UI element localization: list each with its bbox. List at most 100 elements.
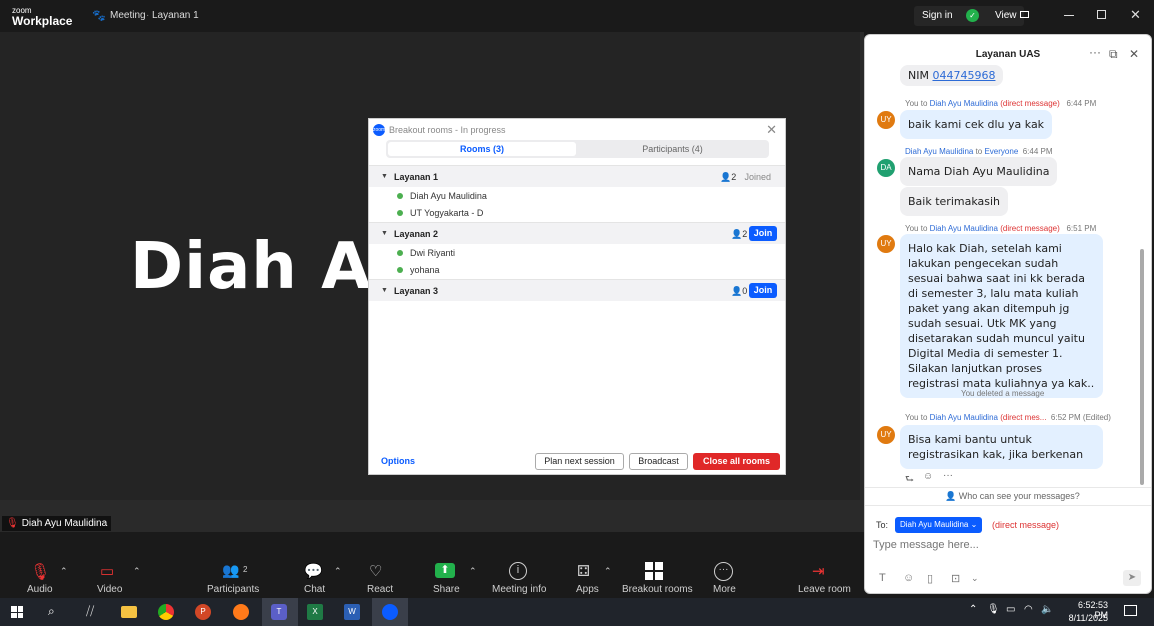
video-off-icon[interactable]: ▭ [100,562,114,580]
volume-icon[interactable]: 🔈 [1041,604,1053,615]
online-dot-icon [397,210,403,216]
excel-icon[interactable]: X [307,604,323,620]
collapse-triangle-icon[interactable]: ▼ [381,173,388,180]
chevron-up-icon[interactable]: ⌃ [60,566,68,577]
chat-bubble-icon[interactable]: 💬 [304,562,323,580]
meeting-info-label[interactable]: Meeting info [492,584,546,595]
zoom-taskbar-icon[interactable] [382,604,398,620]
breakout-rooms-icon[interactable] [645,562,663,580]
shield-check-icon[interactable]: ✓ [966,9,979,22]
format-text-icon[interactable]: T [879,572,886,584]
leave-room-icon[interactable]: ⇥ [812,562,825,580]
clock-date[interactable]: 8/11/2025 [1062,613,1108,623]
close-all-rooms-button[interactable]: Close all rooms [693,453,780,470]
breakout-rooms-dialog: zoom Breakout rooms - In progress ✕ Room… [368,118,786,475]
emoji-react-icon[interactable]: ☺ [923,471,933,482]
view-button[interactable]: View [995,10,1017,21]
share-screen-icon[interactable]: ⬆ [435,563,455,578]
recipient-select[interactable]: Diah Ayu Maulidina ⌄ [895,517,983,533]
tab-participants[interactable]: Participants (4) [578,142,767,156]
chat-scrollbar[interactable] [1140,249,1144,485]
more-actions-icon[interactable]: ··· [943,470,953,481]
chevron-up-icon[interactable]: ⌃ [604,566,612,577]
broadcast-button[interactable]: Broadcast [629,453,688,470]
battery-icon[interactable]: ▭ [1006,604,1015,615]
person-icon: 👤 [720,172,732,182]
tabs: Rooms (3) Participants (4) [386,140,769,158]
list-item: yohana [397,265,440,275]
chevron-up-icon[interactable]: ⌃ [469,566,477,577]
room-participant-count: 👤2 [731,229,747,240]
pop-out-icon[interactable]: ⧉ [1109,47,1118,62]
view-grid-icon[interactable] [1020,11,1029,18]
search-icon[interactable]: ⌕ [48,604,55,619]
avatar: UY [877,426,895,444]
apps-icon[interactable]: ⚃ [577,562,590,580]
screenshot-icon[interactable]: ⊡ [951,572,960,585]
room-row-layanan-3[interactable]: ▼ Layanan 3 👤0 Join [369,279,785,301]
file-explorer-icon[interactable] [121,606,137,618]
more-label[interactable]: More [713,584,736,595]
recipient[interactable]: Diah Ayu Maulidina [930,413,998,422]
more-icon[interactable]: ··· [714,562,733,581]
firefox-icon[interactable] [233,604,249,620]
apps-label[interactable]: Apps [576,584,599,595]
file-icon[interactable]: ▯ [927,572,933,585]
options-link[interactable]: Options [381,456,415,466]
chrome-icon[interactable] [158,604,174,620]
room-count-value: 2 [731,172,737,182]
chat-message: Halo kak Diah, setelah kami lakukan peng… [900,234,1103,398]
chat-label[interactable]: Chat [304,584,325,595]
notification-icon[interactable] [1124,605,1137,616]
chevron-up-icon[interactable]: ⌃ [334,566,342,577]
join-button[interactable]: Join [749,226,777,241]
microphone-icon[interactable]: 🎙 [987,604,1000,615]
list-item: Diah Ayu Maulidina [397,191,487,201]
recipient[interactable]: Diah Ayu Maulidina [930,99,998,108]
participants-label[interactable]: Participants [207,584,259,595]
participants-icon[interactable]: 👥 [222,562,239,579]
timestamp: 6:44 PM [1066,99,1097,108]
heart-icon[interactable]: ♡ [369,562,382,580]
audio-label[interactable]: Audio [27,584,53,595]
chevron-down-icon[interactable]: ⌄ [971,573,979,584]
leave-room-label[interactable]: Leave room [798,584,851,595]
room-row-layanan-2[interactable]: ▼ Layanan 2 👤2 Join [369,222,785,244]
minimize-icon[interactable] [1064,15,1074,16]
room-row-layanan-1[interactable]: ▼ Layanan 1 👤2 Joined [369,165,785,187]
sender[interactable]: Diah Ayu Maulidina [905,147,973,156]
word-icon[interactable]: W [344,604,360,620]
send-icon[interactable]: ➤ [1123,570,1141,586]
share-label[interactable]: Share [433,584,460,595]
recipient[interactable]: Everyone [984,147,1018,156]
react-label[interactable]: React [367,584,393,595]
close-icon[interactable]: ✕ [1129,47,1139,61]
nim-link[interactable]: 044745968 [932,69,995,82]
restore-icon[interactable] [1097,10,1106,19]
powerpoint-icon[interactable]: P [195,604,211,620]
app-icon-slash[interactable]: ⧸⧸ [86,604,94,619]
chat-message-input[interactable] [873,536,1143,554]
plan-next-session-button[interactable]: Plan next session [535,453,624,470]
video-label[interactable]: Video [97,584,122,595]
collapse-triangle-icon[interactable]: ▼ [381,287,388,294]
close-icon[interactable]: ✕ [1130,7,1141,23]
join-button[interactable]: Join [749,283,777,298]
message-meta: Diah Ayu Maulidina to Everyone 6:44 PM [905,147,1053,156]
teams-icon[interactable]: T [271,604,287,620]
muted-mic-icon[interactable]: 🎙 [30,562,50,582]
chevron-up-icon[interactable]: ⌃ [969,604,977,615]
wifi-icon[interactable]: ◠ [1024,604,1033,615]
close-icon[interactable]: ✕ [766,122,777,138]
sign-in-link[interactable]: Sign in [922,10,953,21]
emoji-icon[interactable]: ☺ [903,572,914,584]
breakout-rooms-label[interactable]: Breakout rooms [622,584,693,595]
windows-start-icon[interactable] [11,606,23,618]
collapse-triangle-icon[interactable]: ▼ [381,230,388,237]
who-can-see-link[interactable]: 👤 Who can see your messages? [945,491,1080,502]
more-options-icon[interactable]: ··· [1089,45,1101,59]
chevron-up-icon[interactable]: ⌃ [133,566,141,577]
info-icon[interactable]: i [509,562,527,580]
tab-rooms[interactable]: Rooms (3) [388,142,576,156]
recipient[interactable]: Diah Ayu Maulidina [930,224,998,233]
